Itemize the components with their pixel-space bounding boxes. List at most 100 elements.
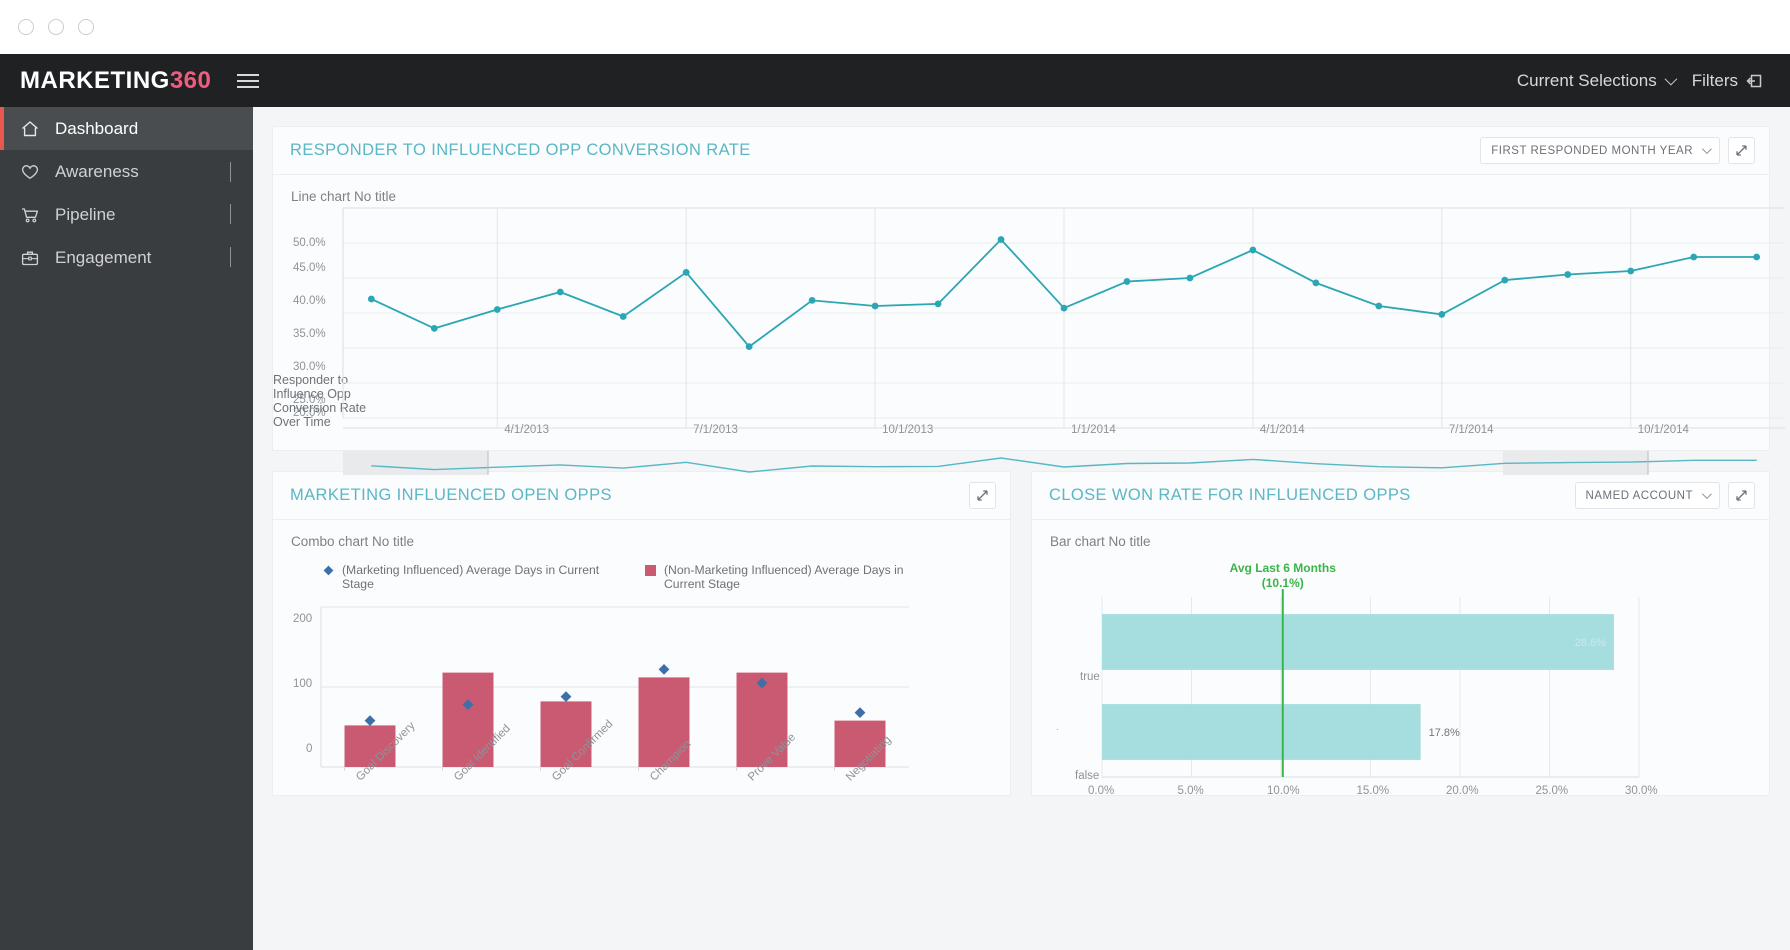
- sidebar-item-label: Awareness: [55, 161, 139, 181]
- x-tick-label: 1/1/2014: [1071, 424, 1116, 436]
- horizontal-bar-plot[interactable]: 28.6% 17.8%: [1101, 589, 1640, 778]
- sidebar-item-engagement[interactable]: Engagement: [0, 236, 253, 279]
- combo-chart[interactable]: 200 100 0 Goal Discovery Goal Identified G…: [273, 595, 1010, 783]
- sidebar-item-awareness[interactable]: Awareness: [0, 150, 253, 193]
- x-tick-label: 4/1/2014: [1259, 424, 1305, 436]
- sidebar-item-label: Engagement: [55, 247, 152, 267]
- expand-button[interactable]: [969, 482, 996, 509]
- brand-number: 360: [169, 66, 212, 94]
- legend-label: (Marketing Influenced) Average Days in C…: [342, 563, 600, 591]
- home-icon: [20, 119, 40, 139]
- dimension-selector[interactable]: FIRST RESPONDED MONTH YEAR: [1480, 137, 1720, 164]
- cart-icon: [20, 205, 40, 225]
- brand-name: MARKETING: [20, 66, 170, 94]
- chart-subtitle: Line chart No title: [291, 189, 397, 204]
- panel-toolbar: FIRST RESPONDED MONTH YEAR: [1480, 137, 1755, 164]
- brand-logo[interactable]: MARKETING360: [20, 67, 211, 95]
- chart-subtitle: Bar chart No title: [1050, 534, 1151, 549]
- sidebar-item-dashboard[interactable]: Dashboard: [0, 107, 253, 150]
- filters-label: Filters: [1691, 70, 1738, 90]
- maximize-dot[interactable]: [48, 19, 64, 35]
- panel-header: RESPONDER TO INFLUENCED OPP CONVERSION R…: [273, 127, 1769, 175]
- combo-chart-plot[interactable]: [320, 606, 909, 771]
- timeline-brush[interactable]: [273, 451, 1769, 484]
- chart-legend: (Marketing Influenced) Average Days in C…: [273, 549, 1010, 591]
- panel-toolbar: NAMED ACCOUNT: [1574, 482, 1755, 509]
- avg-annotation-label: Avg Last 6 Months: [1229, 561, 1336, 575]
- sidebar-item-label: Dashboard: [55, 118, 139, 138]
- chevron-right-icon: [230, 203, 231, 225]
- brush-sparkline[interactable]: [343, 451, 1785, 484]
- dashboard-row-2: MARKETING INFLUENCED OPEN OPPS Combo cha…: [272, 471, 1770, 797]
- y-tick-label: 45.0%: [293, 262, 326, 274]
- horizontal-bar-chart[interactable]: Avg Last 6 Months (10.1%) true false . 2…: [1032, 555, 1769, 805]
- expand-icon: [1736, 145, 1747, 156]
- app-root: MARKETING360 Current Selections Filters: [0, 0, 1790, 950]
- x-tick-label: 7/1/2014: [1448, 424, 1494, 436]
- y-tick-label: 35.0%: [293, 328, 326, 340]
- close-dot[interactable]: [78, 19, 94, 35]
- chevron-down-icon: [1701, 144, 1712, 155]
- bar-value-label: 28.6%: [1575, 637, 1606, 649]
- current-selections-label: Current Selections: [1516, 70, 1657, 90]
- chart-subtitle: Combo chart No title: [291, 534, 415, 549]
- bar-value-label: 17.8%: [1429, 727, 1460, 739]
- legend-item[interactable]: (Non-Marketing Influenced) Average Days …: [645, 563, 935, 591]
- sidebar: Dashboard Awareness Pipeline Engagement: [0, 107, 253, 950]
- diamond-marker-icon: [323, 565, 334, 576]
- square-marker-icon: [645, 565, 656, 576]
- y-tick-label: 50.0%: [293, 237, 326, 249]
- x-tick-label: 20.0%: [1446, 785, 1479, 797]
- x-tick-label: 30.0%: [1625, 785, 1658, 797]
- legend-item[interactable]: (Marketing Influenced) Average Days in C…: [323, 563, 623, 591]
- x-tick-label: 0.0%: [1088, 785, 1115, 797]
- y-tick-label: 200: [293, 613, 313, 625]
- expand-icon: [1736, 490, 1747, 501]
- filters-button[interactable]: Filters: [1692, 71, 1764, 91]
- minimize-dot[interactable]: [18, 19, 34, 35]
- dimension-label: NAMED ACCOUNT: [1585, 489, 1693, 502]
- expand-button[interactable]: [1728, 482, 1755, 509]
- line-chart[interactable]: 50.0% 45.0% 40.0% 35.0% 30.0% 25.0% 20.0…: [273, 206, 1785, 451]
- panel-toolbar: [969, 482, 996, 509]
- sidebar-item-pipeline[interactable]: Pipeline: [0, 193, 253, 236]
- legend-label: (Non-Marketing Influenced) Average Days …: [664, 563, 904, 591]
- y-tick-label: 0: [306, 743, 313, 755]
- hamburger-icon[interactable]: [233, 70, 263, 92]
- y-tick-label: 100: [293, 678, 313, 690]
- panel-marketing-influenced-open-opps: MARKETING INFLUENCED OPEN OPPS Combo cha…: [272, 471, 1011, 796]
- line-chart-plot[interactable]: [342, 207, 1785, 429]
- expand-icon: [977, 490, 988, 501]
- dimension-label: FIRST RESPONDED MONTH YEAR: [1491, 144, 1693, 157]
- filters-panel-icon: [1746, 74, 1762, 87]
- x-tick-label: 7/1/2013: [693, 424, 738, 436]
- sidebar-item-label: Pipeline: [55, 204, 116, 224]
- x-tick-label: 4/1/2013: [504, 424, 550, 436]
- y-tick-label: 40.0%: [293, 295, 326, 307]
- avg-annotation-value: (10.1%): [1261, 576, 1304, 590]
- briefcase-icon: [20, 248, 40, 268]
- x-tick-label: 25.0%: [1535, 785, 1569, 797]
- chevron-down-icon: [230, 161, 231, 182]
- panel-title: CLOSE WON RATE FOR INFLUENCED OPPS: [1049, 486, 1411, 504]
- window-titlebar: [0, 0, 1790, 54]
- chevron-right-icon: [230, 246, 231, 268]
- dashboard-content: RESPONDER TO INFLUENCED OPP CONVERSION R…: [253, 107, 1790, 950]
- x-tick-label: 15.0%: [1356, 785, 1390, 797]
- expand-button[interactable]: [1728, 137, 1755, 164]
- x-tick-label: 10/1/2014: [1637, 424, 1689, 436]
- dimension-selector[interactable]: NAMED ACCOUNT: [1574, 482, 1720, 509]
- x-tick-label: 10/1/2013: [882, 424, 934, 436]
- y-tick-label: 30.0%: [293, 361, 326, 373]
- x-tick-label: 10.0%: [1267, 785, 1300, 797]
- chevron-down-icon: [1701, 489, 1712, 500]
- chevron-down-icon: [1664, 72, 1677, 86]
- category-label: false: [1075, 770, 1100, 782]
- top-navbar: MARKETING360 Current Selections Filters: [0, 54, 1790, 107]
- category-label: true: [1080, 671, 1100, 683]
- panel-responder-conversion-rate: RESPONDER TO INFLUENCED OPP CONVERSION R…: [272, 126, 1785, 475]
- current-selections-button[interactable]: Current Selections: [1516, 70, 1677, 91]
- topnav-actions: Current Selections Filters: [1517, 71, 1764, 91]
- panel-title: RESPONDER TO INFLUENCED OPP CONVERSION R…: [290, 141, 751, 159]
- panel-title: MARKETING INFLUENCED OPEN OPPS: [290, 486, 612, 504]
